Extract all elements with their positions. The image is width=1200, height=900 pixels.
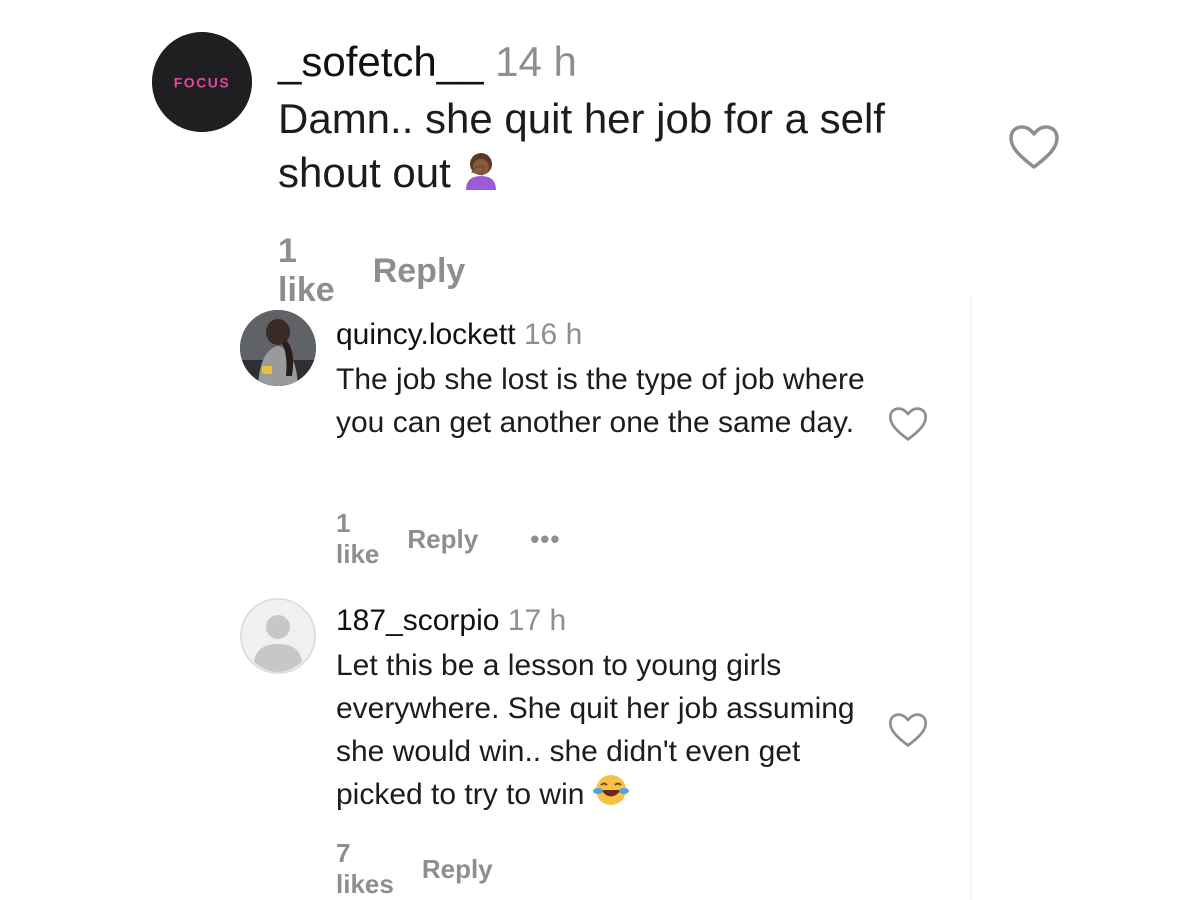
comment-header: _sofetch__ 14 h (278, 36, 577, 88)
comment-text: Damn.. she quit her job for a self shout… (278, 92, 978, 203)
avatar-logo-text: FOCUS (174, 75, 231, 91)
comment-text: Let this be a lesson to young girls ever… (336, 644, 876, 819)
comment-username[interactable]: _sofetch__ (278, 38, 484, 85)
avatar[interactable] (240, 310, 316, 386)
like-heart-icon[interactable] (1008, 124, 1060, 170)
likes-count[interactable]: 1 like (336, 508, 379, 570)
comment-text: The job she lost is the type of job wher… (336, 363, 865, 439)
avatar[interactable] (240, 598, 316, 674)
comment-header: quincy.lockett 16 h (336, 316, 582, 354)
comment-actions: 7 likes Reply (336, 838, 493, 900)
comment-username[interactable]: quincy.lockett (336, 318, 516, 351)
avatar[interactable]: FOCUS (152, 32, 252, 132)
more-options-icon[interactable]: ••• (530, 524, 560, 555)
likes-count[interactable]: 7 likes (336, 838, 394, 900)
likes-count[interactable]: 1 like (278, 232, 335, 310)
comment-actions: 1 like Reply (278, 232, 465, 310)
like-heart-icon[interactable] (888, 712, 928, 748)
person-facepalming-emoji-icon (462, 149, 500, 203)
comment-text-content: Damn.. she quit her job for a self shout… (278, 95, 885, 196)
reply-button[interactable]: Reply (373, 252, 466, 291)
reply-button[interactable]: Reply (407, 524, 478, 555)
comment-time[interactable]: 14 h (495, 38, 577, 85)
reply-button[interactable]: Reply (422, 854, 493, 885)
default-user-icon (240, 598, 316, 674)
focus-logo-icon: FOCUS (152, 32, 252, 132)
comment-actions: 1 like Reply ••• (336, 508, 561, 570)
comments-page: FOCUS _sofetch__ 14 h Damn.. she quit he… (0, 0, 1200, 900)
comment-header: 187_scorpio 17 h (336, 602, 566, 640)
like-heart-icon[interactable] (888, 406, 928, 442)
profile-photo-icon (240, 310, 316, 386)
comment-username[interactable]: 187_scorpio (336, 604, 499, 637)
face-with-tears-of-joy-emoji-icon (592, 773, 629, 819)
comment-time[interactable]: 16 h (524, 318, 582, 351)
comment-time[interactable]: 17 h (508, 604, 566, 637)
